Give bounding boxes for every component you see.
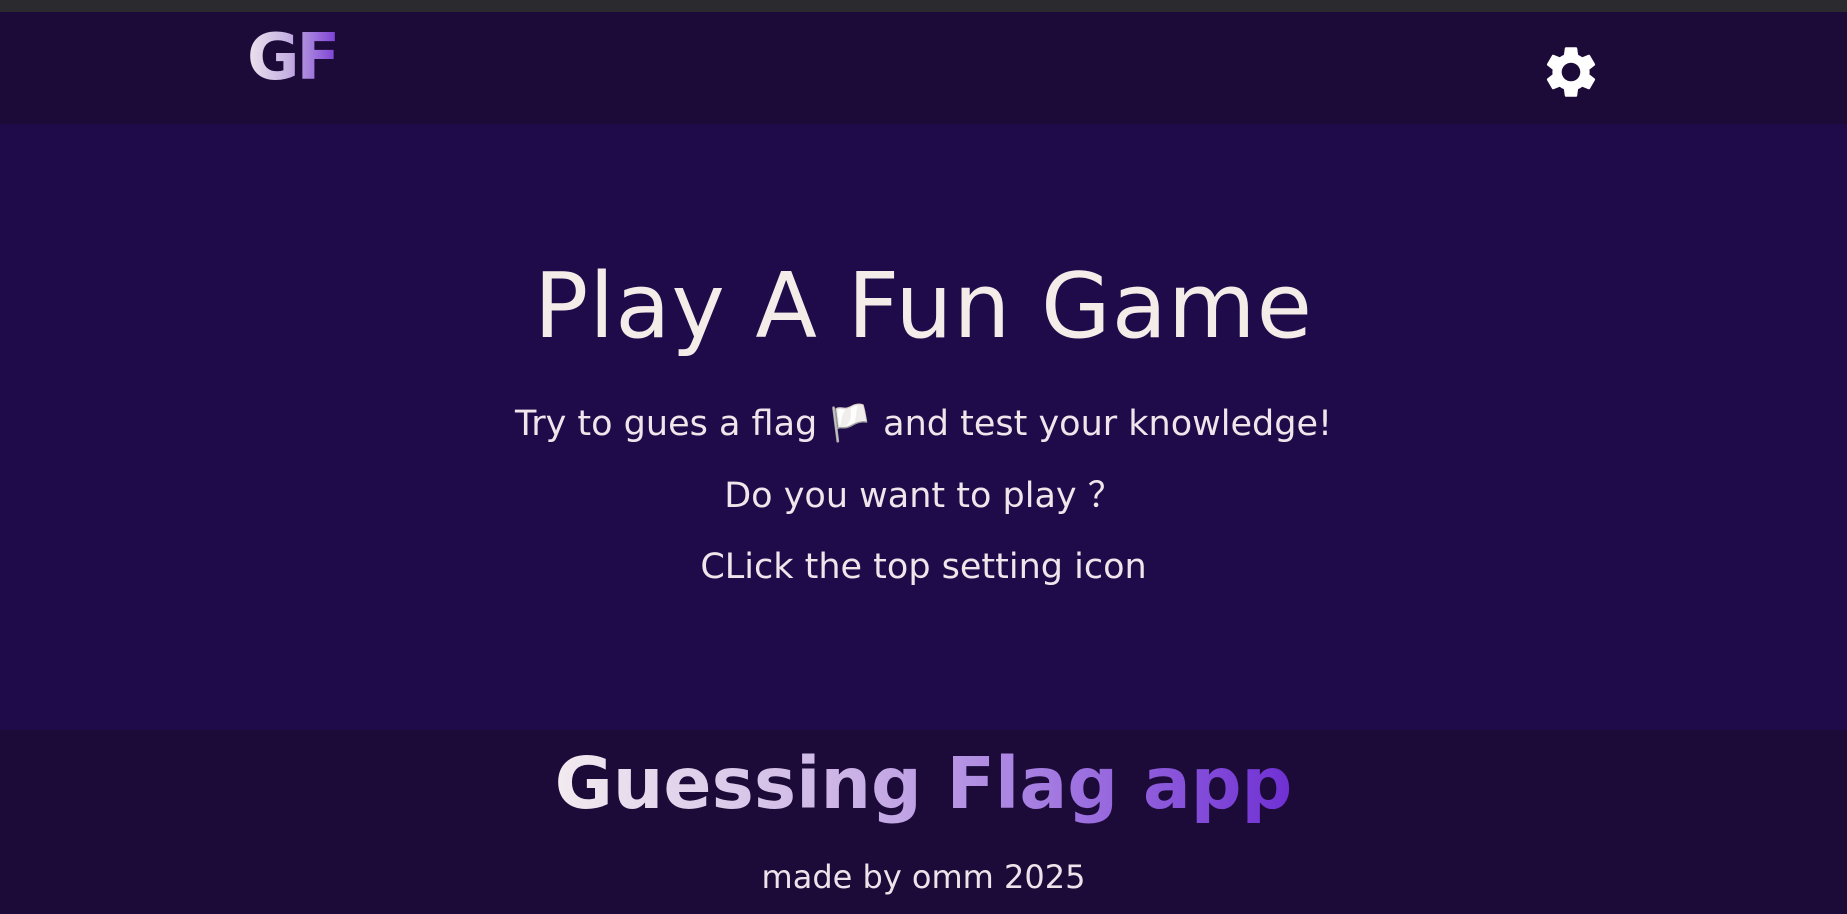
logo[interactable]: GF xyxy=(247,26,340,90)
hero-question-text: Do you want to play ？ xyxy=(724,476,1123,516)
footer-credit: made by omm 2025 xyxy=(761,858,1086,896)
intro-text-before: Try to gues a flag xyxy=(514,404,818,444)
footer-title-text: Guessing Flag app xyxy=(554,742,1293,825)
hero-intro-text: Try to gues a flag 🏳️ and test your know… xyxy=(0,407,1847,442)
white-flag-icon: 🏳️ xyxy=(828,404,872,444)
intro-text-after: and test your knowledge! xyxy=(883,404,1333,444)
settings-button[interactable] xyxy=(1540,41,1602,103)
window-top-strip xyxy=(0,0,1847,12)
hero-title: Play A Fun Game xyxy=(534,254,1313,359)
hero-instruction-text: CLick the top setting icon xyxy=(700,547,1147,587)
footer-title: Guessing Flag app xyxy=(0,748,1847,819)
gear-icon xyxy=(1546,47,1596,97)
